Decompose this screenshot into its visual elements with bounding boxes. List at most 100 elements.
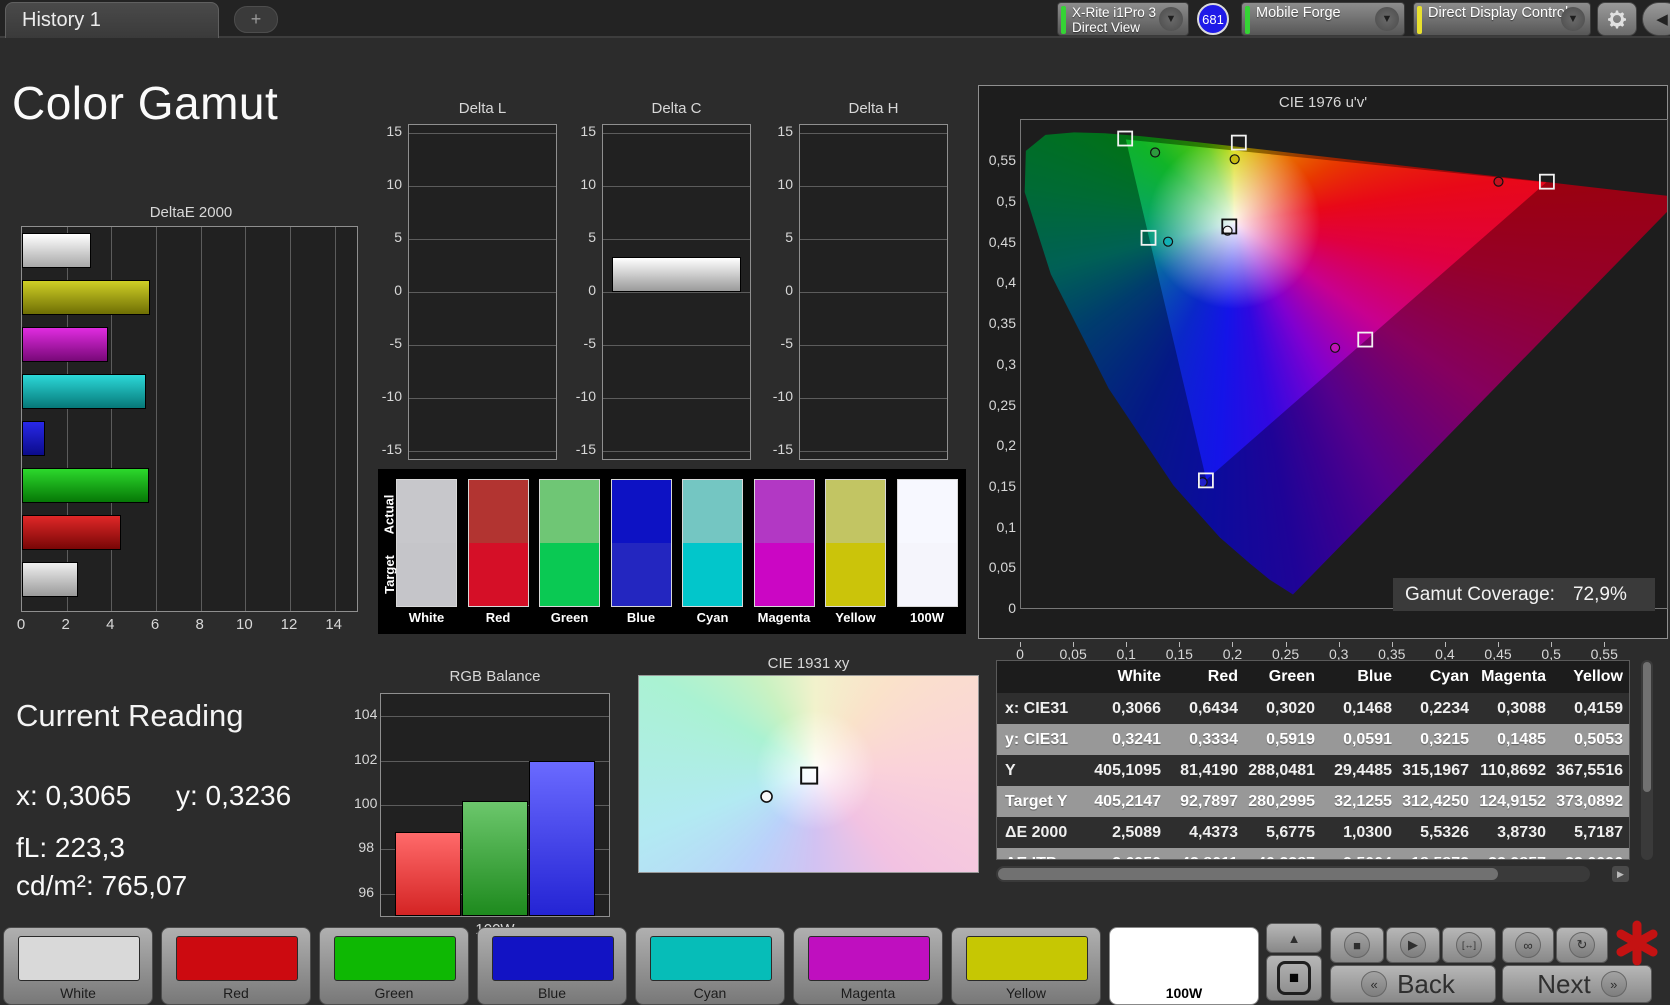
patch-button-cyan[interactable]: Cyan xyxy=(635,927,785,1005)
scroll-right-button[interactable]: ▶ xyxy=(1612,866,1629,882)
patch-swatch xyxy=(650,936,772,981)
deltae-gridline xyxy=(200,227,202,611)
table-horizontal-scrollbar[interactable] xyxy=(996,866,1590,882)
rgb-balance-y-axis: 104 102 100 98 96 xyxy=(354,693,378,917)
patch-button-green[interactable]: Green xyxy=(319,927,469,1005)
table-vertical-scrollbar[interactable] xyxy=(1641,660,1653,860)
tab-history-1[interactable]: History 1 xyxy=(5,2,219,38)
back-button[interactable]: « Back xyxy=(1330,965,1496,1003)
swatch-actual xyxy=(754,480,814,543)
cie1931-markers xyxy=(760,766,819,803)
deltae-axis-tick: 4 xyxy=(106,616,115,633)
patch-swatch xyxy=(808,936,930,981)
table-row-label: Target Y xyxy=(1005,792,1068,810)
delta-gridline xyxy=(800,185,947,187)
scrollbar-thumb[interactable] xyxy=(1643,662,1651,792)
play-button[interactable]: ▶ xyxy=(1386,927,1440,963)
patch-button-red[interactable]: Red xyxy=(161,927,311,1005)
stop-button[interactable]: ■ xyxy=(1330,927,1384,963)
cie1976-y-tick: 0,5 xyxy=(996,193,1016,210)
delta-axis-tick: -10 xyxy=(772,388,793,405)
chevron-down-icon[interactable]: ▼ xyxy=(1159,7,1183,31)
delta-c-plot-area xyxy=(602,124,751,460)
cie1931-chart: CIE 1931 xy xyxy=(638,655,979,873)
cie1976-y-tick: 0,25 xyxy=(988,396,1016,413)
table-cell: 18,5872 xyxy=(1398,855,1475,860)
table-cell: 2,6950 xyxy=(1090,855,1167,860)
cie1976-tick-mark xyxy=(1338,642,1340,647)
swatch-target xyxy=(397,543,456,606)
gear-icon xyxy=(1605,7,1629,31)
deltae-axis-tick: 10 xyxy=(235,616,253,633)
patch-swatch xyxy=(966,936,1088,981)
refresh-button[interactable]: ↻ xyxy=(1556,927,1608,963)
pattern-window-button[interactable]: ■ xyxy=(1266,955,1322,1001)
delta-axis-tick: 0 xyxy=(394,282,402,298)
table-cell: 40,2387 xyxy=(1244,855,1321,860)
patch-button-label: Yellow xyxy=(1006,985,1046,1001)
delta-axis-tick: 15 xyxy=(777,122,793,139)
patch-button-magenta[interactable]: Magenta xyxy=(793,927,943,1005)
chevron-down-icon[interactable]: ▼ xyxy=(1375,7,1399,31)
patch-button-yellow[interactable]: Yellow xyxy=(951,927,1101,1005)
display-control-dropdown[interactable]: Direct Display Control ▼ xyxy=(1413,2,1591,36)
patch-swatch xyxy=(334,936,456,981)
table-cell: 0,3020 xyxy=(1266,699,1315,717)
delta-l-chart: Delta L 151050-5-10-15 100W xyxy=(382,100,562,490)
patch-button-100w[interactable]: 100W xyxy=(1109,927,1259,1005)
settings-button[interactable] xyxy=(1597,2,1637,36)
cie1976-tick-mark xyxy=(1073,642,1075,647)
cie1976-tick-mark xyxy=(1232,642,1234,647)
table-cell: 32,1255 xyxy=(1334,792,1392,810)
scrollbar-thumb[interactable] xyxy=(998,868,1498,880)
cie1931-plot-area xyxy=(638,675,979,873)
delta-axis-tick: -15 xyxy=(575,441,596,458)
patch-swatch xyxy=(1124,936,1246,981)
delta-l-y-axis: 15 10 5 0 -5 -10 -15 xyxy=(382,123,406,460)
delta-gridline xyxy=(409,345,556,347)
swatch-label: 100W xyxy=(910,610,944,625)
cie1976-y-tick: 0,15 xyxy=(988,477,1016,494)
next-button[interactable]: Next » xyxy=(1502,965,1652,1003)
delta-axis-tick: 5 xyxy=(785,228,793,245)
table-cell: 1,0300 xyxy=(1343,823,1392,841)
swatch-100w xyxy=(896,479,958,607)
cie1976-chart-title: CIE 1976 u'v' xyxy=(1278,94,1368,111)
measure-range-button[interactable]: [↔] xyxy=(1442,927,1496,963)
delta-axis-tick: 10 xyxy=(580,175,596,192)
cie1976-chart: CIE 1976 u'v' 0 0 0,05 0,05 0,1 0,1 0,15 0,15 0,… xyxy=(978,85,1668,662)
rgb-balance-chart-title: RGB Balance xyxy=(449,668,541,685)
deltae-axis-tick: 14 xyxy=(325,616,342,633)
pattern-up-button[interactable]: ▲ xyxy=(1266,923,1322,953)
delta-axis-tick: -5 xyxy=(389,335,402,352)
swatch-magenta xyxy=(753,479,815,607)
add-tab-button[interactable]: + xyxy=(234,6,278,33)
deltae-bar-magenta xyxy=(22,327,109,362)
delta-gridline xyxy=(409,451,556,453)
rgb-balance-chart: RGB Balance 1041021009896 100W xyxy=(354,668,612,946)
cie1976-markers xyxy=(1117,130,1555,489)
patch-button-white[interactable]: White xyxy=(3,927,153,1005)
delta-gridline xyxy=(800,345,947,347)
table-cell: 405,1095 xyxy=(1094,761,1161,779)
patch-button-blue[interactable]: Blue xyxy=(477,927,627,1005)
delta-axis-tick: -10 xyxy=(575,388,596,405)
delta-l-plot-area xyxy=(408,124,557,460)
meter-mode: Direct View xyxy=(1072,20,1141,35)
delta-gridline xyxy=(409,292,556,293)
play-icon: ▶ xyxy=(1408,937,1418,952)
table-cell: 124,9152 xyxy=(1479,792,1546,810)
delta-axis-tick: -15 xyxy=(772,441,793,458)
source-dropdown[interactable]: Mobile Forge ▼ xyxy=(1241,2,1405,36)
table-cell: 312,4250 xyxy=(1402,792,1469,810)
meter-dropdown[interactable]: X-Rite i1Pro 3 Direct View ▼ xyxy=(1057,2,1189,36)
cie1976-tick-mark xyxy=(1285,642,1287,647)
chevron-down-icon[interactable]: ▼ xyxy=(1561,7,1585,31)
continuous-measure-button[interactable]: ∞ xyxy=(1502,927,1554,963)
table-header-white: White xyxy=(1117,668,1161,685)
reading-count-badge: 681 xyxy=(1197,3,1229,35)
deltae-axis-tick: 12 xyxy=(280,616,298,633)
collapse-panel-button[interactable]: ◀ xyxy=(1642,2,1670,36)
swatch-label: Cyan xyxy=(696,610,729,625)
table-row-label: y: CIE31 xyxy=(1005,730,1069,748)
